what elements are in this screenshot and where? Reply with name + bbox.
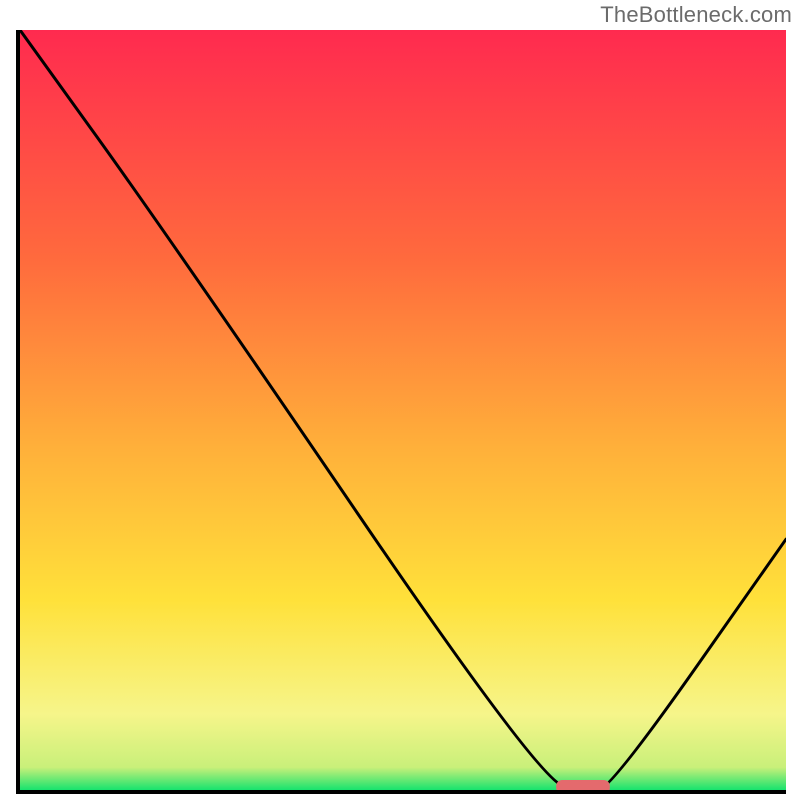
chart-canvas bbox=[20, 30, 786, 790]
watermark: TheBottleneck.com bbox=[600, 2, 792, 28]
chart-root: TheBottleneck.com bbox=[0, 0, 800, 800]
gradient-background bbox=[20, 30, 786, 790]
optimal-range-marker bbox=[556, 780, 610, 790]
